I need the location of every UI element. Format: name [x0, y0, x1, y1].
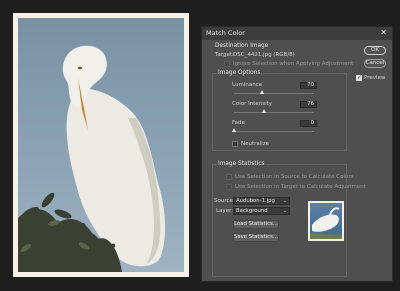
- dialog-titlebar[interactable]: Match Color ✕: [202, 27, 392, 40]
- dialog-title: Match Color: [206, 29, 245, 37]
- load-statistics-button[interactable]: Load Statistics...: [233, 220, 279, 229]
- luminance-label: Luminance: [232, 82, 263, 88]
- use-source-selection-checkbox[interactable]: [226, 174, 232, 180]
- intensity-label: Color Intensity: [232, 101, 273, 107]
- chevron-down-icon: ⌄: [282, 208, 287, 214]
- fade-label: Fade: [232, 120, 245, 126]
- target-prefix: Target:: [215, 52, 234, 58]
- luminance-field[interactable]: 70: [300, 82, 317, 89]
- neutralize-label: Neutralize: [241, 141, 270, 147]
- neutralize-checkbox[interactable]: [232, 141, 238, 147]
- egret-photo: [18, 18, 184, 272]
- chevron-down-icon: ⌄: [282, 198, 287, 204]
- use-target-selection-label: Use Selection in Target to Calculate Adj…: [235, 184, 366, 190]
- fade-field[interactable]: 0: [300, 120, 317, 127]
- intensity-field[interactable]: 76: [300, 101, 317, 108]
- image-statistics-label: Image Statistics: [217, 161, 266, 168]
- ignore-selection-label: Ignore Selection when Applying Adjustmen…: [233, 61, 354, 67]
- save-statistics-button[interactable]: Save Statistics...: [233, 233, 279, 242]
- fade-slider-thumb[interactable]: [231, 128, 236, 132]
- close-icon[interactable]: ✕: [380, 28, 387, 38]
- source-select-value: Audubon-1.jpg: [236, 198, 275, 204]
- intensity-slider-track[interactable]: [234, 112, 314, 113]
- cancel-button[interactable]: Cancel: [364, 59, 386, 68]
- match-color-dialog: Match Color ✕ Destination Image Target: …: [201, 26, 393, 282]
- source-thumbnail: [308, 201, 344, 241]
- source-select[interactable]: Audubon-1.jpg ⌄: [233, 197, 290, 205]
- image-canvas: [13, 13, 189, 277]
- source-thumbnail-image: [310, 203, 342, 239]
- luminance-slider-track[interactable]: [234, 93, 314, 94]
- ignore-selection-checkbox[interactable]: [224, 61, 230, 67]
- layer-label: Layer:: [216, 208, 234, 214]
- ok-button[interactable]: OK: [364, 46, 386, 55]
- use-target-selection-checkbox[interactable]: [226, 184, 232, 190]
- intensity-slider-thumb[interactable]: [261, 109, 266, 113]
- egret-illustration: [18, 45, 166, 272]
- layer-select-value: Background: [236, 208, 268, 214]
- source-thumbnail-art: [310, 207, 342, 239]
- layer-select[interactable]: Background ⌄: [233, 207, 290, 215]
- use-source-selection-label: Use Selection in Source to Calculate Col…: [235, 174, 354, 180]
- preview-checkbox[interactable]: [356, 74, 362, 81]
- image-options-label: Image Options: [217, 70, 262, 77]
- luminance-slider-thumb[interactable]: [259, 90, 264, 94]
- destination-section-label: Destination Image: [215, 43, 269, 49]
- preview-label: Preview: [364, 75, 386, 81]
- source-label: Source:: [214, 198, 235, 204]
- fade-slider-track[interactable]: [234, 131, 314, 132]
- target-value: DSC_4421.jpg (RGB/8): [233, 52, 295, 58]
